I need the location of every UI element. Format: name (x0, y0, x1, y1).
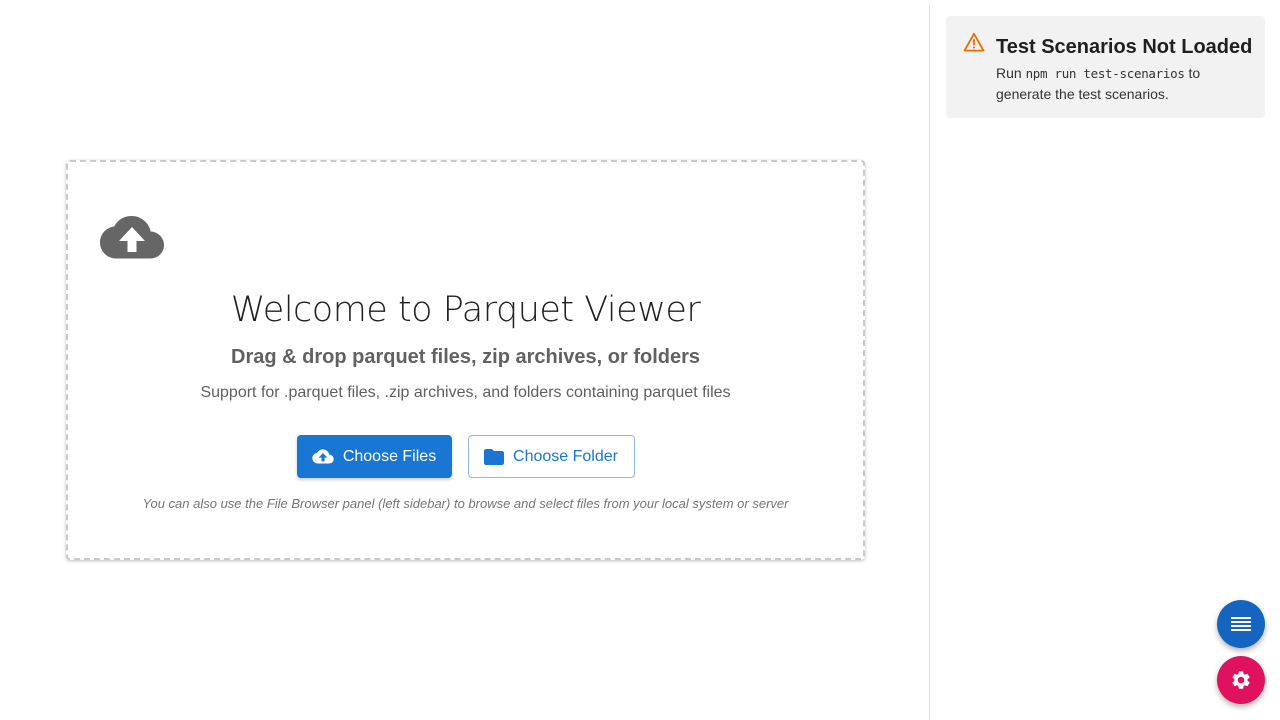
choose-files-button[interactable]: Choose Files (296, 435, 452, 478)
list-icon (1231, 617, 1251, 631)
cloud-upload-icon (100, 216, 164, 259)
welcome-title: Welcome to Parquet Viewer (230, 290, 701, 330)
gear-icon (1232, 671, 1250, 689)
file-browser-hint: You can also use the File Browser panel … (142, 496, 789, 511)
folder-icon (484, 448, 505, 465)
right-panel: Test Scenarios Not Loaded Run npm run te… (929, 0, 1280, 720)
alert-command: npm run test-scenarios (1025, 66, 1185, 81)
main-content: Welcome to Parquet Viewer Drag & drop pa… (0, 0, 928, 720)
file-dropzone[interactable]: Welcome to Parquet Viewer Drag & drop pa… (66, 160, 865, 560)
warning-icon (963, 32, 985, 52)
alert-body-prefix: Run (996, 65, 1022, 81)
drag-drop-subtitle: Drag & drop parquet files, zip archives,… (231, 346, 700, 368)
choose-files-label: Choose Files (342, 447, 437, 465)
alert-title: Test Scenarios Not Loaded (996, 36, 1253, 58)
support-text: Support for .parquet files, .zip archive… (200, 384, 731, 401)
alert-body-suffix: to (1188, 65, 1201, 81)
alert-body-line2: generate the test scenarios. (996, 86, 1169, 102)
cloud-upload-icon (312, 448, 334, 463)
choose-folder-label: Choose Folder (513, 447, 618, 465)
alert-message: Run npm run test-scenarios to generate t… (996, 63, 1236, 105)
warning-alert: Test Scenarios Not Loaded Run npm run te… (946, 16, 1265, 118)
settings-fab-button[interactable] (1217, 656, 1265, 704)
choose-folder-button[interactable]: Choose Folder (467, 435, 635, 478)
list-fab-button[interactable] (1217, 600, 1265, 648)
upload-buttons: Choose Files Choose Folder (68, 435, 863, 478)
